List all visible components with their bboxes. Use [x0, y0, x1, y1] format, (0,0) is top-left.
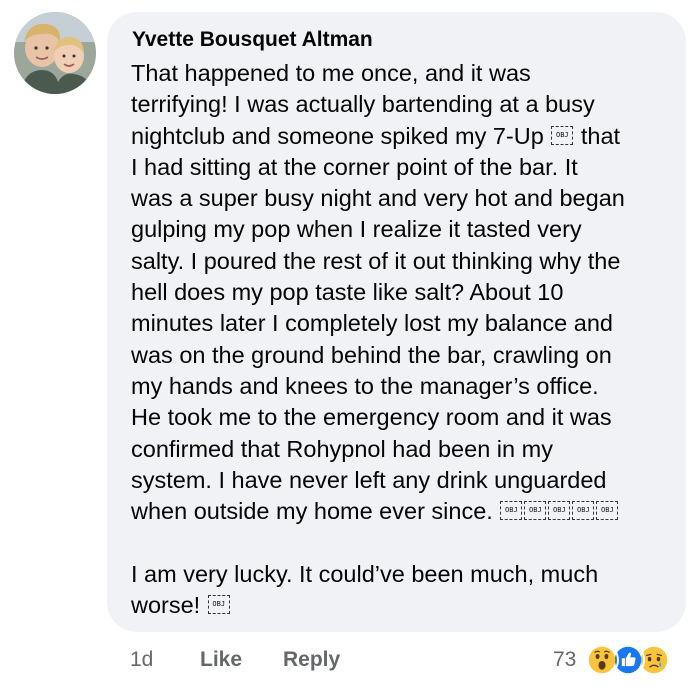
comment-line: That happened to me once, and it was: [131, 60, 531, 86]
comment-line: confirmed that Rohypnol had been in my: [131, 435, 553, 462]
comment-line: He took me to the emergency room and it …: [131, 404, 612, 431]
comment-line: terrifying! I was actually bartending at…: [131, 91, 595, 118]
missing-glyph-icon: OBJ: [596, 501, 619, 521]
comment-text: That happened to me once, and it was ter…: [131, 58, 671, 621]
reaction-count: 73: [553, 648, 577, 671]
reaction-summary[interactable]: 73: [553, 643, 693, 677]
comment-line: I had sitting at the corner point of the…: [131, 153, 578, 180]
missing-glyph-icon: OBJ: [572, 501, 595, 521]
reply-button[interactable]: Reply: [283, 648, 340, 672]
comment-line: salty. I poured the rest of it out think…: [131, 247, 621, 274]
comment-line: hell does my pop taste like salt? About …: [131, 279, 564, 306]
comment-line: was a super busy night and very hot and …: [131, 185, 625, 212]
missing-glyph-icon: OBJ: [207, 595, 230, 615]
missing-glyph-icon: OBJ: [524, 501, 547, 521]
wow-reaction-icon: [585, 643, 619, 677]
missing-glyph-icon: OBJ: [500, 501, 523, 521]
comment-line: gulping my pop when I realize it tasted …: [131, 216, 582, 243]
missing-glyph-icon: OBJ: [551, 125, 574, 145]
comment-timestamp[interactable]: 1d: [130, 648, 153, 672]
avatar-photo: [14, 12, 96, 94]
comment-line: when outside my home ever since. OBJ OBJ O…: [131, 496, 671, 527]
comment-line: was on the ground behind the bar, crawli…: [131, 341, 612, 368]
missing-glyph-icon: OBJ: [548, 501, 571, 521]
comment-line: system. I have never left any drink ungu…: [131, 466, 607, 493]
comment-line: I am very lucky. It could’ve been much, …: [131, 560, 599, 587]
comment-line: minutes later I completely lost my balan…: [131, 310, 613, 337]
like-button[interactable]: Like: [200, 648, 242, 672]
comment-author[interactable]: Yvette Bousquet Altman: [132, 28, 373, 52]
comment-line: my hands and knees to the manager’s offi…: [131, 372, 599, 399]
comment-line: worse! OBJ: [131, 590, 671, 621]
avatar[interactable]: [14, 12, 96, 94]
comment-line: nightclub and someone spiked my 7-Up OBJ…: [131, 122, 621, 149]
